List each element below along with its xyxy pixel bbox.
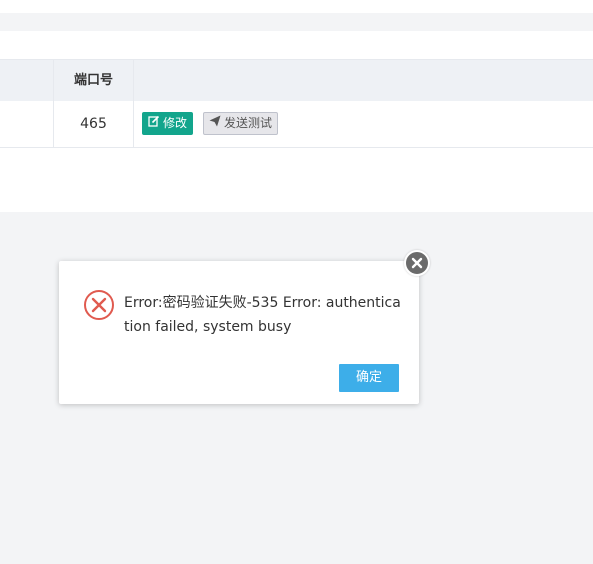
confirm-button[interactable]: 确定 xyxy=(339,364,399,392)
dialog-close-button[interactable] xyxy=(404,250,430,276)
edit-button-label: 修改 xyxy=(163,116,188,130)
send-test-button[interactable]: 发送测试 xyxy=(203,112,279,135)
send-test-button-label: 发送测试 xyxy=(224,116,273,130)
close-icon xyxy=(406,252,428,274)
error-dialog: Error:密码验证失败-535 Error: authentication f… xyxy=(59,261,419,404)
error-message: Error:密码验证失败-535 Error: authentication f… xyxy=(124,295,401,335)
top-bar xyxy=(0,0,593,13)
top-gap xyxy=(0,13,593,31)
edit-button[interactable]: 修改 xyxy=(142,112,194,135)
paper-plane-icon xyxy=(209,113,221,134)
port-cell: 465 xyxy=(80,116,107,132)
table-header: 端口号 xyxy=(0,59,593,102)
error-icon xyxy=(83,289,115,321)
table-row: 465 修改 发送测试 xyxy=(0,101,593,148)
port-column-header: 端口号 xyxy=(73,73,113,88)
column-divider xyxy=(133,101,134,147)
smtp-table-panel: 端口号 465 修改 发送测试 xyxy=(0,31,593,212)
column-divider xyxy=(133,60,134,101)
edit-icon xyxy=(148,112,160,135)
